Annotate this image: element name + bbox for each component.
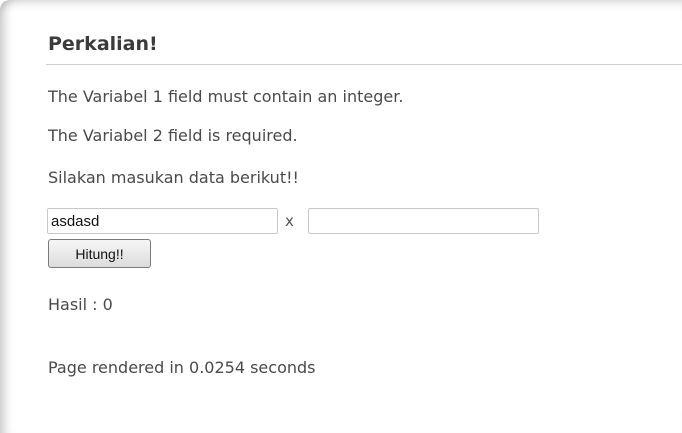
window-frame: Perkalian! The Variabel 1 field must con…	[0, 0, 682, 433]
render-time-footer: Page rendered in 0.0254 seconds	[48, 358, 316, 377]
multiply-operator: x	[285, 212, 294, 230]
hitung-button[interactable]: Hitung!!	[48, 239, 151, 268]
error-variabel-1: The Variabel 1 field must contain an int…	[48, 87, 404, 106]
error-variabel-2: The Variabel 2 field is required.	[48, 126, 298, 145]
variabel-2-input[interactable]	[308, 208, 539, 234]
page-title: Perkalian!	[48, 33, 158, 55]
content-container: Perkalian! The Variabel 1 field must con…	[32, 21, 682, 411]
result-text: Hasil : 0	[48, 295, 113, 314]
form-prompt: Silakan masukan data berikut!!	[48, 168, 299, 187]
heading-divider	[46, 64, 682, 65]
variabel-1-input[interactable]	[47, 208, 278, 234]
